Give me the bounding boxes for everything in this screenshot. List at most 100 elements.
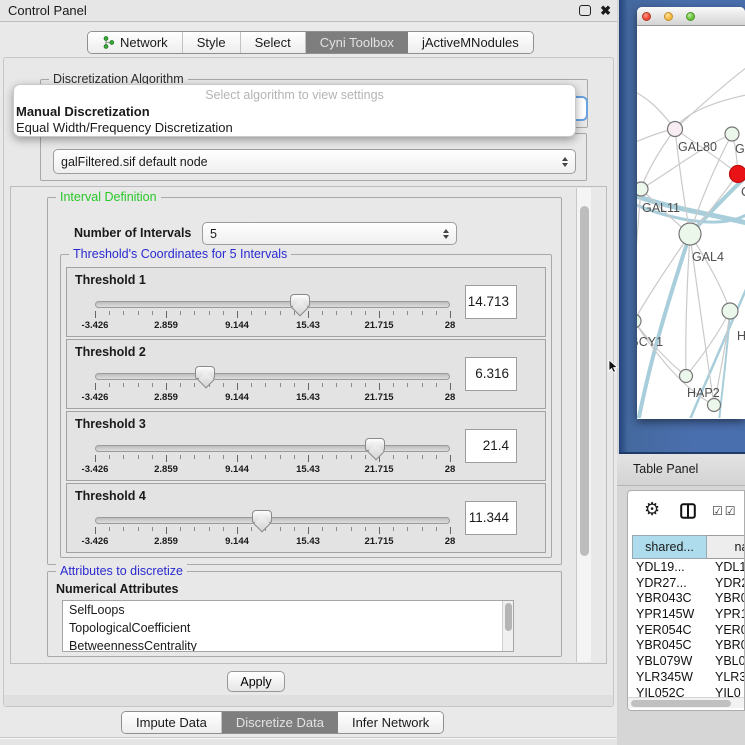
table-row[interactable]: YDR27...YDR2 bbox=[632, 576, 745, 592]
zoom-traffic-light-icon[interactable] bbox=[686, 12, 695, 21]
network-edge[interactable] bbox=[637, 234, 690, 321]
threshold-value-field[interactable]: 11.344 bbox=[465, 501, 517, 535]
threshold-value-field[interactable]: 6.316 bbox=[465, 357, 517, 391]
apply-button[interactable]: Apply bbox=[227, 671, 285, 692]
list-item-topologicalcoefficient[interactable]: TopologicalCoefficient bbox=[63, 619, 513, 637]
list-scrollbar[interactable] bbox=[502, 601, 513, 651]
table-row[interactable]: YER054CYER0 bbox=[632, 623, 745, 639]
network-node-c[interactable] bbox=[730, 166, 745, 183]
cell-shared-name: YDR27... bbox=[632, 576, 707, 592]
network-canvas[interactable]: GAL80GACGAL11GAL4GCY1HHAP2 bbox=[637, 26, 745, 418]
tick-mark bbox=[351, 527, 352, 531]
close-traffic-light-icon[interactable] bbox=[642, 12, 651, 21]
table-data-combobox[interactable]: galFiltered.sif default node bbox=[53, 149, 576, 174]
cell-name: YBL0 bbox=[707, 654, 745, 670]
slider-thumb[interactable] bbox=[252, 510, 272, 523]
tick-mark bbox=[237, 527, 238, 534]
numerical-attributes-list[interactable]: SelfLoopsTopologicalCoefficientBetweenne… bbox=[62, 600, 514, 652]
minimize-traffic-light-icon[interactable] bbox=[664, 12, 673, 21]
network-edge[interactable] bbox=[638, 234, 690, 418]
table-rows: YDL19...YDL1YDR27...YDR2YBR043CYBR0YPR14… bbox=[632, 560, 745, 701]
num-intervals-combobox[interactable]: 5 bbox=[202, 222, 457, 245]
network-edge[interactable] bbox=[690, 234, 730, 311]
slider-thumb[interactable] bbox=[365, 438, 385, 451]
threshold-list: Threshold 1-3.4262.8599.14415.4321.71528… bbox=[66, 267, 546, 555]
network-node[interactable] bbox=[708, 399, 721, 412]
scale-label: 15.43 bbox=[296, 536, 320, 547]
slider-track[interactable] bbox=[95, 373, 450, 380]
table-panel-titlebar[interactable]: Table Panel bbox=[617, 454, 745, 486]
tab-discretize-data[interactable]: Discretize Data bbox=[222, 712, 338, 733]
slider-track[interactable] bbox=[95, 445, 450, 452]
column-checkbox-icons[interactable]: ☑☑ bbox=[712, 504, 738, 518]
numerical-attributes-label: Numerical Attributes bbox=[56, 582, 178, 596]
tab-impute-data[interactable]: Impute Data bbox=[122, 712, 222, 733]
network-node-ga[interactable] bbox=[725, 127, 739, 141]
tab-jactivemnodules[interactable]: jActiveMNodules bbox=[408, 32, 533, 53]
tick-mark bbox=[138, 383, 139, 387]
threshold-value-field[interactable]: 14.713 bbox=[465, 285, 517, 319]
network-edge[interactable] bbox=[637, 189, 641, 321]
network-edge[interactable] bbox=[686, 234, 690, 376]
tab-label: Cyni Toolbox bbox=[320, 35, 394, 50]
column-header-shared-[interactable]: shared... bbox=[632, 535, 707, 559]
tick-mark bbox=[322, 455, 323, 459]
tick-mark bbox=[422, 455, 423, 459]
network-node-h[interactable] bbox=[722, 303, 738, 319]
panel-scrollbar[interactable] bbox=[576, 188, 591, 662]
algorithm-option-manual-discretization[interactable]: Manual Discretization bbox=[14, 104, 575, 120]
table-row[interactable]: YLR345WYLR3 bbox=[632, 670, 745, 686]
table-row[interactable]: YBR045CYBR0 bbox=[632, 638, 745, 654]
network-edge[interactable] bbox=[637, 90, 675, 129]
threshold-value-field[interactable]: 21.4 bbox=[465, 429, 517, 463]
scrollbar-thumb[interactable] bbox=[505, 603, 512, 631]
scale-label: 21.715 bbox=[364, 320, 393, 331]
slider-track[interactable] bbox=[95, 517, 450, 524]
table-row[interactable]: YDL19...YDL1 bbox=[632, 560, 745, 576]
tick-mark bbox=[180, 455, 181, 459]
network-window-titlebar[interactable] bbox=[637, 7, 745, 26]
slider-track[interactable] bbox=[95, 301, 450, 308]
tab-select[interactable]: Select bbox=[241, 32, 306, 53]
table-data-group: Table Data galFiltered.sif default node bbox=[40, 133, 587, 181]
network-edge[interactable] bbox=[675, 94, 745, 129]
settings-gear-icon[interactable]: ⚙ bbox=[644, 499, 660, 520]
node-label: GCY1 bbox=[637, 335, 663, 349]
tick-mark bbox=[152, 455, 153, 459]
network-node-gal11[interactable] bbox=[637, 182, 648, 196]
table-row[interactable]: YBL079WYBL0 bbox=[632, 654, 745, 670]
network-edge[interactable] bbox=[675, 64, 745, 129]
node-label: GAL11 bbox=[642, 201, 680, 215]
network-node-hap2[interactable] bbox=[680, 370, 693, 383]
network-node-gal4[interactable] bbox=[679, 223, 701, 245]
float-icon[interactable] bbox=[579, 5, 591, 16]
algorithm-option-equal-width-frequency-discretization[interactable]: Equal Width/Frequency Discretization bbox=[14, 120, 575, 136]
tab-style[interactable]: Style bbox=[183, 32, 241, 53]
table-hscrollbar[interactable] bbox=[628, 697, 745, 708]
tick-mark bbox=[109, 383, 110, 387]
tab-infer-network[interactable]: Infer Network bbox=[338, 712, 443, 733]
column-header-na[interactable]: na bbox=[707, 535, 745, 559]
scrollbar-thumb[interactable] bbox=[580, 206, 589, 556]
network-node-gal80[interactable] bbox=[668, 122, 683, 137]
columns-icon[interactable] bbox=[680, 503, 696, 522]
slider-thumb[interactable] bbox=[195, 366, 215, 379]
table-row[interactable]: YPR145WYPR1 bbox=[632, 607, 745, 623]
tick-mark bbox=[407, 455, 408, 459]
close-icon[interactable]: ✖ bbox=[600, 1, 611, 21]
network-node-gcy1[interactable] bbox=[637, 314, 641, 328]
tab-network[interactable]: Network bbox=[88, 32, 183, 53]
tick-mark bbox=[95, 527, 96, 534]
thresholds-group: Threshold's Coordinates for 5 Intervals … bbox=[60, 254, 552, 558]
slider-thumb[interactable] bbox=[290, 294, 310, 307]
table-row[interactable]: YBR043CYBR0 bbox=[632, 591, 745, 607]
tick-mark bbox=[194, 527, 195, 531]
tab-cyni-toolbox[interactable]: Cyni Toolbox bbox=[306, 32, 408, 53]
right-column: GAL80GACGAL11GAL4GCY1HHAP2 Table Panel ⚙… bbox=[617, 0, 745, 745]
app-window: Control Panel ✖ NetworkStyleSelect Cyni T… bbox=[0, 0, 745, 745]
list-item-betweennesscentrality[interactable]: BetweennessCentrality bbox=[63, 637, 513, 652]
list-item-selfloops[interactable]: SelfLoops bbox=[63, 601, 513, 619]
scrollbar-thumb[interactable] bbox=[631, 700, 731, 707]
control-panel-titlebar[interactable]: Control Panel ✖ bbox=[0, 0, 617, 22]
scale-label: 2.859 bbox=[154, 320, 178, 331]
